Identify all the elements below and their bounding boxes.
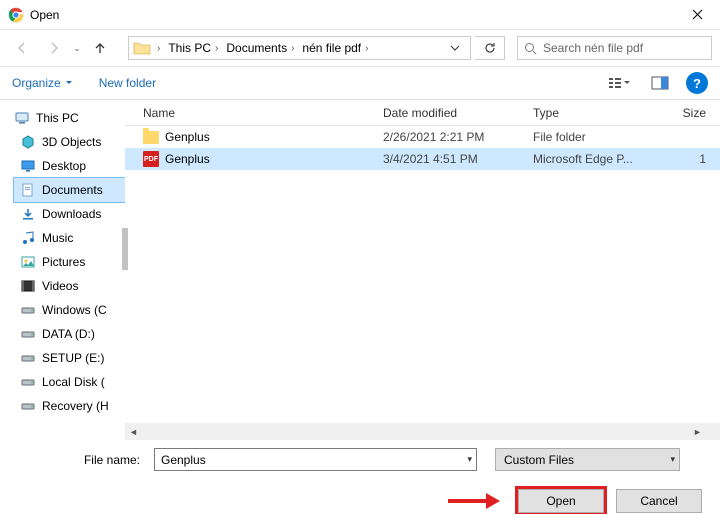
file-date: 2/26/2021 2:21 PM [383,130,533,144]
open-button[interactable]: Open [518,489,604,513]
pdf-icon: PDF [143,151,159,167]
filename-combobox[interactable]: Genplus ▾ [154,448,477,471]
tree-item-icon [20,182,36,198]
tree-item-icon [20,374,36,390]
search-icon [524,42,537,55]
file-name: Genplus [165,130,210,144]
col-name[interactable]: Name [143,106,383,120]
tree-item[interactable]: 3D Objects [14,130,125,154]
refresh-button[interactable] [475,36,505,60]
tree-item-label: Documents [42,183,103,197]
annotation-arrow [448,493,500,509]
column-headers[interactable]: Name Date modified Type Size [125,100,720,126]
tree-item[interactable]: Downloads [14,202,125,226]
tree-item[interactable]: Music [14,226,125,250]
tree-item-label: 3D Objects [42,135,101,149]
organize-menu[interactable]: Organize [12,76,73,90]
tree-item[interactable]: Windows (C [14,298,125,322]
tree-item-icon [20,158,36,174]
tree-item-label: Local Disk ( [42,375,105,389]
tree-item[interactable]: Pictures [14,250,125,274]
tree-item[interactable]: Local Disk ( [14,370,125,394]
tree-item[interactable]: Desktop [14,154,125,178]
address-bar: ⌄ › This PC› Documents› nén file pdf› Se… [0,30,720,66]
history-dropdown[interactable]: ⌄ [72,44,82,53]
chevron-down-icon: ▾ [670,454,675,465]
tree-item-icon [20,278,36,294]
filetype-combobox[interactable]: Custom Files ▾ [495,448,680,471]
chevron-right-icon: › [157,43,160,54]
col-date[interactable]: Date modified [383,106,533,120]
file-date: 3/4/2021 4:51 PM [383,152,533,166]
breadcrumb-segment[interactable]: Documents› [222,39,298,57]
col-size[interactable]: Size [658,106,720,120]
tree-item-icon [20,134,36,150]
footer: File name: Genplus ▾ Custom Files ▾ Open… [0,440,720,513]
tree-item-label: Recovery (H [42,399,109,413]
new-folder-button[interactable]: New folder [99,76,156,90]
file-list: Name Date modified Type Size Genplus 2/26… [125,100,720,440]
breadcrumb-segment[interactable]: This PC› [164,39,222,57]
file-name: Genplus [165,152,210,166]
tree-item-label: Windows (C [42,303,107,317]
tree-item-label: Music [42,231,73,245]
tree-root-thispc[interactable]: This PC [14,106,125,130]
folder-icon [143,131,159,144]
computer-icon [14,110,30,126]
path-dropdown[interactable] [440,43,470,53]
tree-view[interactable]: This PC 3D Objects Desktop Documents Downlo… [0,100,125,440]
tree-item[interactable]: SETUP (E:) [14,346,125,370]
back-button[interactable] [8,34,36,62]
search-input[interactable]: Search nén file pdf [517,36,712,60]
chevron-down-icon: ▾ [467,454,472,465]
preview-pane-button[interactable] [642,71,678,95]
chrome-icon [8,7,24,23]
tree-item-label: Downloads [42,207,101,221]
tree-item-icon [20,302,36,318]
tree-item-label: DATA (D:) [42,327,95,341]
tree-item-label: SETUP (E:) [42,351,104,365]
view-options-button[interactable] [602,71,638,95]
close-icon [692,9,703,20]
tree-item[interactable]: Documents [14,178,125,202]
tree-item-label: Pictures [42,255,85,269]
file-type: File folder [533,130,658,144]
file-row[interactable]: Genplus 2/26/2021 2:21 PMFile folder [125,126,720,148]
file-size: 1 [658,152,720,166]
up-button[interactable] [86,34,114,62]
help-button[interactable]: ? [686,72,708,94]
toolbar: Organize New folder ? [0,66,720,100]
cancel-button[interactable]: Cancel [616,489,702,513]
tree-item-icon [20,254,36,270]
search-placeholder: Search nén file pdf [543,41,643,55]
filename-label: File name: [18,453,148,467]
close-button[interactable] [674,0,720,30]
file-row[interactable]: PDF Genplus 3/4/2021 4:51 PMMicrosoft Edge… [125,148,720,170]
tree-item-label: Desktop [42,159,86,173]
folder-icon [133,40,151,56]
forward-button[interactable] [40,34,68,62]
tree-item-label: Videos [42,279,78,293]
tree-item-icon [20,230,36,246]
horizontal-scrollbar[interactable]: ◄► [125,423,706,440]
window-title: Open [30,8,59,22]
tree-item[interactable]: DATA (D:) [14,322,125,346]
file-type: Microsoft Edge P... [533,152,658,166]
breadcrumb-segment[interactable]: nén file pdf› [298,39,372,57]
title-bar: Open [0,0,720,30]
tree-item-icon [20,326,36,342]
breadcrumb-bar[interactable]: › This PC› Documents› nén file pdf› [128,36,471,60]
tree-item-icon [20,398,36,414]
tree-item-icon [20,206,36,222]
tree-item[interactable]: Recovery (H [14,394,125,418]
col-type[interactable]: Type [533,106,658,120]
tree-item-icon [20,350,36,366]
tree-item[interactable]: Videos [14,274,125,298]
